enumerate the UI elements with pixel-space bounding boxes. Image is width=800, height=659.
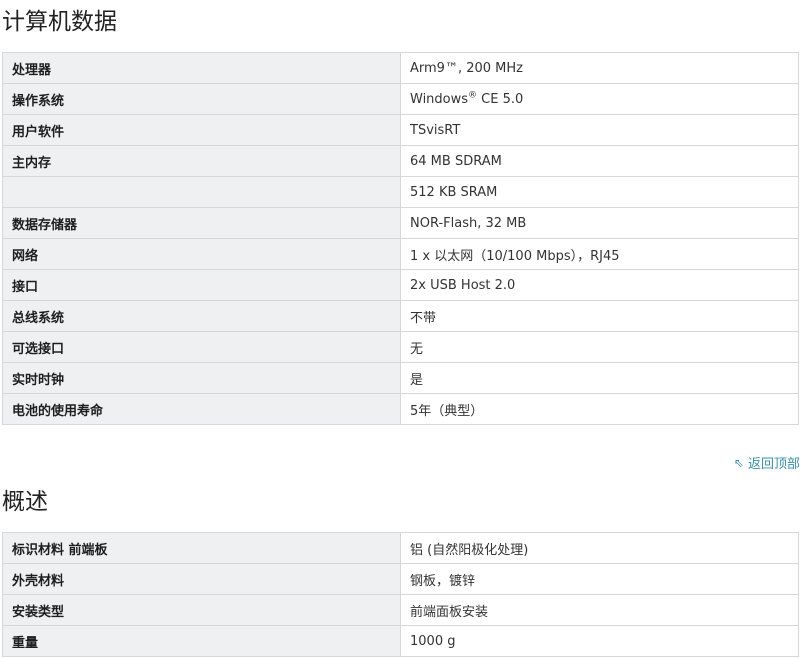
row-value: 铝 (自然阳极化处理) bbox=[400, 532, 799, 564]
computer-data-table: 处理器 Arm9™, 200 MHz 操作系统 Windows® CE 5.0 … bbox=[2, 52, 799, 425]
table-row: 网络 1 x 以太网（10/100 Mbps），RJ45 bbox=[2, 238, 799, 270]
row-label bbox=[2, 176, 401, 208]
row-value: 1 x 以太网（10/100 Mbps），RJ45 bbox=[400, 238, 799, 270]
row-label: 重量 bbox=[2, 625, 401, 657]
row-value: Arm9™, 200 MHz bbox=[400, 52, 799, 84]
back-to-top-link[interactable]: ⇖ 返回顶部 bbox=[733, 453, 800, 473]
row-value: 不带 bbox=[400, 300, 799, 332]
section-title-computer-data: 计算机数据 bbox=[2, 9, 117, 35]
table-row: 重量 1000 g bbox=[2, 625, 799, 657]
row-value: 512 KB SRAM bbox=[400, 176, 799, 208]
row-value: 是 bbox=[400, 362, 799, 394]
section-title-overview: 概述 bbox=[2, 489, 48, 515]
row-label: 外壳材料 bbox=[2, 563, 401, 595]
table-row: 数据存储器 NOR-Flash, 32 MB bbox=[2, 207, 799, 239]
os-name: Windows bbox=[410, 91, 469, 107]
back-to-top-label: 返回顶部 bbox=[747, 457, 800, 472]
row-label: 电池的使用寿命 bbox=[2, 393, 401, 425]
row-label: 接口 bbox=[2, 269, 401, 301]
arrow-up-left-icon: ⇖ bbox=[733, 455, 744, 470]
table-row: 实时时钟 是 bbox=[2, 362, 799, 394]
table-row: 用户软件 TSvisRT bbox=[2, 114, 799, 146]
row-label: 数据存储器 bbox=[2, 207, 401, 239]
table-row: 512 KB SRAM bbox=[2, 176, 799, 208]
row-value: 前端面板安装 bbox=[400, 594, 799, 626]
row-label: 用户软件 bbox=[2, 114, 401, 146]
row-label: 处理器 bbox=[2, 52, 401, 84]
row-label: 标识材料 前端板 bbox=[2, 532, 401, 564]
table-row: 主内存 64 MB SDRAM bbox=[2, 145, 799, 177]
row-value: TSvisRT bbox=[400, 114, 799, 146]
row-label: 操作系统 bbox=[2, 83, 401, 115]
table-row: 可选接口 无 bbox=[2, 331, 799, 363]
row-value: 无 bbox=[400, 331, 799, 363]
table-row: 安装类型 前端面板安装 bbox=[2, 594, 799, 626]
table-row: 标识材料 前端板 铝 (自然阳极化处理) bbox=[2, 532, 799, 564]
row-value: 1000 g bbox=[400, 625, 799, 657]
table-row: 电池的使用寿命 5年（典型） bbox=[2, 393, 799, 425]
row-value: 2x USB Host 2.0 bbox=[400, 269, 799, 301]
row-label: 可选接口 bbox=[2, 331, 401, 363]
table-row: 外壳材料 钢板，镀锌 bbox=[2, 563, 799, 595]
overview-table: 标识材料 前端板 铝 (自然阳极化处理) 外壳材料 钢板，镀锌 安装类型 前端面… bbox=[2, 532, 799, 657]
table-row: 接口 2x USB Host 2.0 bbox=[2, 269, 799, 301]
table-row: 操作系统 Windows® CE 5.0 bbox=[2, 83, 799, 115]
row-value: Windows® CE 5.0 bbox=[400, 83, 799, 115]
table-row: 处理器 Arm9™, 200 MHz bbox=[2, 52, 799, 84]
os-version: CE 5.0 bbox=[477, 91, 524, 107]
row-label: 实时时钟 bbox=[2, 362, 401, 394]
row-value: 钢板，镀锌 bbox=[400, 563, 799, 595]
row-label: 总线系统 bbox=[2, 300, 401, 332]
registered-mark: ® bbox=[468, 90, 478, 101]
row-label: 主内存 bbox=[2, 145, 401, 177]
table-row: 总线系统 不带 bbox=[2, 300, 799, 332]
row-value: 5年（典型） bbox=[400, 393, 799, 425]
row-value: 64 MB SDRAM bbox=[400, 145, 799, 177]
row-label: 安装类型 bbox=[2, 594, 401, 626]
row-label: 网络 bbox=[2, 238, 401, 270]
row-value: NOR-Flash, 32 MB bbox=[400, 207, 799, 239]
